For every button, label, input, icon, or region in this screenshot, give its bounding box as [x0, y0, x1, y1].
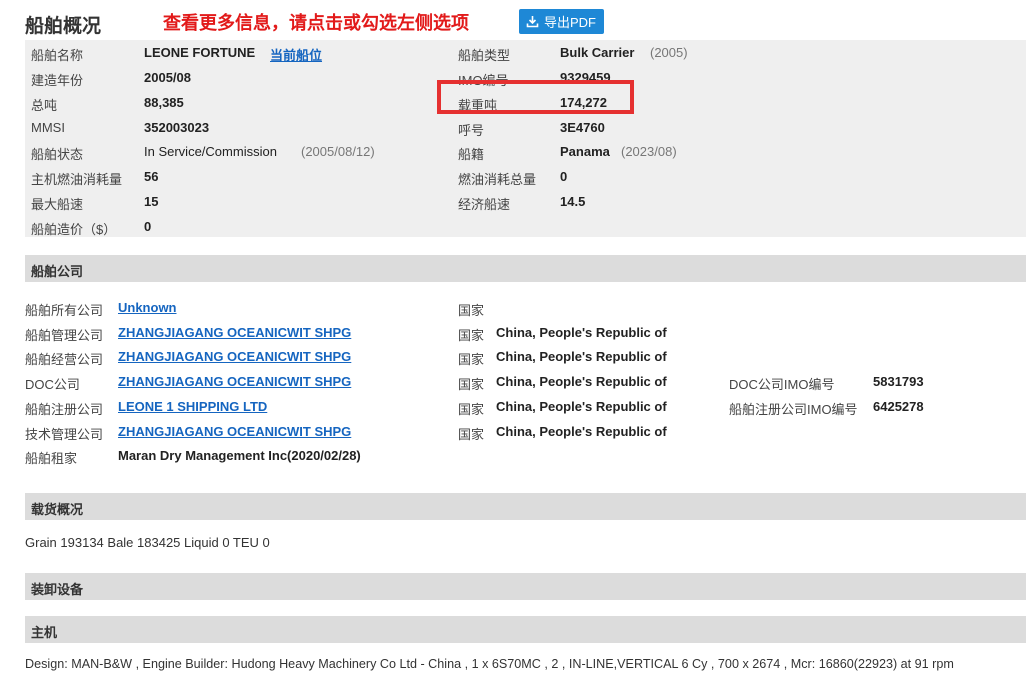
overview-row: 船舶名称 LEONE FORTUNE 当前船位 船舶类型 Bulk Carrie…: [25, 42, 1026, 64]
overview-row: 船舶状态 In Service/Commission (2005/08/12) …: [25, 141, 1026, 162]
price-value: 0: [144, 219, 152, 234]
company-name-link[interactable]: LEONE 1 SHIPPING LTD: [118, 399, 267, 414]
built-label: 建造年份: [31, 73, 84, 88]
country-value: China, People's Republic of: [496, 399, 667, 414]
company-role-label: 技术管理公司: [25, 427, 104, 442]
price-label: 船舶造价（$）: [31, 222, 117, 237]
company-section-header: 船舶公司: [25, 255, 1026, 282]
mmsi-value: 352003023: [144, 120, 210, 135]
cargo-section-header: 载货概况: [25, 493, 1026, 520]
notice-text: 查看更多信息，请点击或勾选左侧选项: [163, 13, 469, 33]
country-value: China, People's Republic of: [496, 349, 667, 364]
download-icon: [526, 15, 539, 28]
charterer-label: 船舶租家: [25, 451, 78, 466]
total-fuel-value: 0: [560, 169, 568, 184]
overview-row: MMSI 352003023 呼号 3E4760: [25, 117, 1026, 138]
page-header: 船舶概况 查看更多信息，请点击或勾选左侧选项 导出PDF: [0, 0, 1026, 40]
export-pdf-label: 导出PDF: [544, 15, 597, 30]
eco-speed-value: 14.5: [560, 194, 586, 209]
mmsi-label: MMSI: [31, 120, 65, 135]
gt-value: 88,385: [144, 95, 184, 110]
current-position-link[interactable]: 当前船位: [270, 45, 322, 64]
cargo-summary: Grain 193134 Bale 183425 Liquid 0 TEU 0: [25, 535, 270, 550]
company-role-label: 船舶经营公司: [25, 352, 104, 367]
country-label: 国家: [458, 328, 485, 343]
company-name-link[interactable]: ZHANGJIAGANG OCEANICWIT SHPG: [118, 374, 351, 389]
main-engine-section-title: 主机: [31, 625, 58, 640]
me-fuel-label: 主机燃油消耗量: [31, 172, 123, 187]
equipment-section-header: 装卸设备: [25, 573, 1026, 600]
ship-name-label: 船舶名称: [31, 48, 84, 63]
doc-imo-value: 5831793: [873, 374, 924, 389]
company-role-label: 船舶管理公司: [25, 328, 104, 343]
max-speed-label: 最大船速: [31, 197, 84, 212]
company-role-label: DOC公司: [25, 377, 80, 392]
company-section-title: 船舶公司: [31, 264, 84, 279]
dwt-highlight-box: [437, 80, 634, 114]
country-label: 国家: [458, 427, 485, 442]
registered-imo-value: 6425278: [873, 399, 924, 414]
status-date: (2005/08/12): [301, 144, 375, 159]
overview-row: 最大船速 15 经济船速 14.5: [25, 191, 1026, 212]
total-fuel-label: 燃油消耗总量: [458, 172, 537, 187]
doc-imo-label: DOC公司IMO编号: [729, 377, 835, 392]
ship-name-value: LEONE FORTUNE: [144, 45, 256, 60]
charterer-value: Maran Dry Management Inc(2020/02/28): [118, 448, 361, 463]
callsign-value: 3E4760: [560, 120, 605, 135]
country-label: 国家: [458, 352, 485, 367]
ship-type-value: Bulk Carrier: [560, 45, 635, 60]
country-value: China, People's Republic of: [496, 424, 667, 439]
flag-label: 船籍: [458, 147, 485, 162]
built-value: 2005/08: [144, 70, 191, 85]
overview-row: 主机燃油消耗量 56 燃油消耗总量 0: [25, 166, 1026, 187]
max-speed-value: 15: [144, 194, 159, 209]
company-name-link[interactable]: ZHANGJIAGANG OCEANICWIT SHPG: [118, 349, 351, 364]
company-name-link[interactable]: ZHANGJIAGANG OCEANICWIT SHPG: [118, 325, 351, 340]
gt-label: 总吨: [31, 98, 58, 113]
ship-type-year: (2005): [650, 45, 688, 60]
overview-row: 船舶造价（$） 0: [25, 216, 1026, 237]
company-name-link[interactable]: ZHANGJIAGANG OCEANICWIT SHPG: [118, 424, 351, 439]
flag-value: Panama: [560, 144, 610, 159]
country-label: 国家: [458, 402, 485, 417]
flag-date: (2023/08): [621, 144, 677, 159]
callsign-label: 呼号: [458, 123, 485, 138]
company-name-link[interactable]: Unknown: [118, 300, 177, 315]
status-value: In Service/Commission: [144, 144, 277, 159]
page-title: 船舶概况: [25, 16, 102, 37]
equipment-section-title: 装卸设备: [31, 582, 84, 597]
ship-type-label: 船舶类型: [458, 48, 511, 63]
country-value: China, People's Republic of: [496, 374, 667, 389]
export-pdf-button[interactable]: 导出PDF: [519, 9, 605, 34]
status-label: 船舶状态: [31, 147, 84, 162]
me-fuel-value: 56: [144, 169, 159, 184]
main-engine-section-header: 主机: [25, 616, 1026, 643]
country-label: 国家: [458, 303, 485, 318]
main-engine-detail: Design: MAN-B&W , Engine Builder: Hudong…: [25, 657, 954, 671]
country-value: China, People's Republic of: [496, 325, 667, 340]
cargo-section-title: 载货概况: [31, 502, 84, 517]
ship-overview-panel: 船舶名称 LEONE FORTUNE 当前船位 船舶类型 Bulk Carrie…: [25, 40, 1026, 237]
eco-speed-label: 经济船速: [458, 197, 511, 212]
company-role-label: 船舶注册公司: [25, 402, 104, 417]
country-label: 国家: [458, 377, 485, 392]
company-role-label: 船舶所有公司: [25, 303, 104, 318]
registered-imo-label: 船舶注册公司IMO编号: [729, 402, 858, 417]
